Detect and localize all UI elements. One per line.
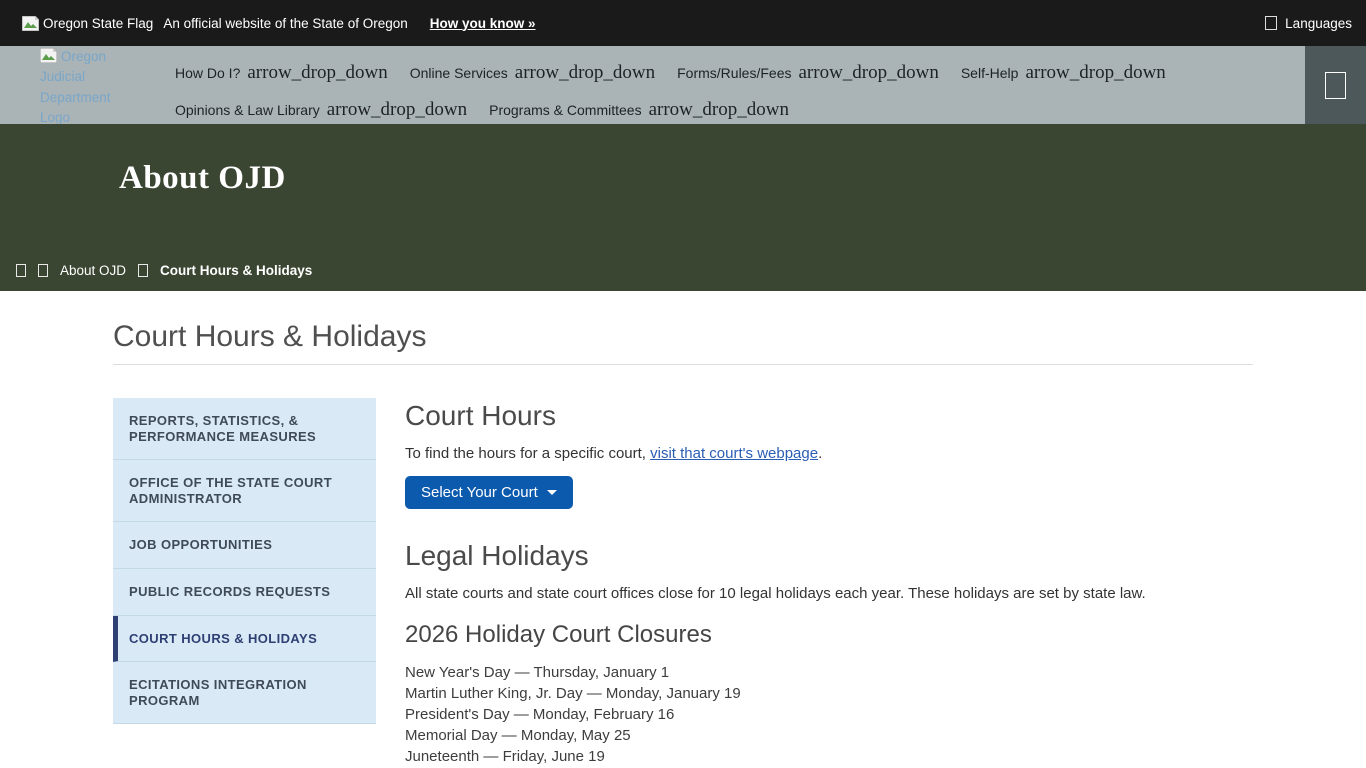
nav-menu: How Do I? arrow_drop_down Online Service… bbox=[164, 46, 1177, 124]
languages-button[interactable]: Languages bbox=[1265, 16, 1352, 31]
intro-suffix: . bbox=[818, 445, 822, 462]
breadcrumb-current-page: Court Hours & Holidays bbox=[160, 263, 312, 278]
breadcrumb: About OJD Court Hours & Holidays bbox=[16, 263, 312, 278]
legal-holidays-text: All state courts and state court offices… bbox=[405, 585, 1253, 602]
search-button[interactable] bbox=[1305, 46, 1366, 124]
breadcrumb-parent-link[interactable]: About OJD bbox=[60, 263, 126, 278]
nav-item-label: Programs & Committees bbox=[489, 92, 641, 118]
arrow-drop-down-icon: arrow_drop_down bbox=[327, 92, 467, 121]
court-hours-intro: To find the hours for a specific court, … bbox=[405, 445, 1253, 462]
nav-item-label: Online Services bbox=[410, 55, 508, 81]
nav-item-forms-rules-fees[interactable]: Forms/Rules/Fees arrow_drop_down bbox=[666, 55, 950, 92]
breadcrumb-home-icon[interactable] bbox=[16, 264, 26, 277]
arrow-drop-down-icon: arrow_drop_down bbox=[515, 55, 655, 84]
nav-item-label: How Do I? bbox=[175, 55, 240, 81]
nav-item-label: Opinions & Law Library bbox=[175, 92, 320, 118]
sidebar-item-court-hours-holidays[interactable]: COURT HOURS & HOLIDAYS bbox=[113, 616, 376, 663]
nav-item-self-help[interactable]: Self-Help arrow_drop_down bbox=[950, 55, 1177, 92]
holiday-list-item: Juneteenth — Friday, June 19 bbox=[405, 746, 1253, 767]
legal-holidays-heading: Legal Holidays bbox=[405, 540, 1253, 572]
languages-icon bbox=[1265, 16, 1277, 30]
intro-prefix: To find the hours for a specific court, bbox=[405, 445, 650, 462]
nav-menu-row-1: How Do I? arrow_drop_down Online Service… bbox=[164, 55, 1177, 92]
broken-image-icon bbox=[40, 48, 57, 63]
nav-item-how-do-i[interactable]: How Do I? arrow_drop_down bbox=[164, 55, 399, 92]
sidebar-item-osca[interactable]: OFFICE OF THE STATE COURT ADMINISTRATOR bbox=[113, 460, 376, 522]
page-content: Court Hours & Holidays REPORTS, STATISTI… bbox=[0, 291, 1366, 767]
main-column: Court Hours To find the hours for a spec… bbox=[405, 398, 1253, 767]
flag-alt-text: Oregon State Flag bbox=[43, 16, 153, 31]
holiday-list-item: Martin Luther King, Jr. Day — Monday, Ja… bbox=[405, 683, 1253, 704]
sidebar-item-job-opportunities[interactable]: JOB OPPORTUNITIES bbox=[113, 522, 376, 569]
holiday-list-item: President's Day — Monday, February 16 bbox=[405, 704, 1253, 725]
holiday-list-item: New Year's Day — Thursday, January 1 bbox=[405, 662, 1253, 683]
breadcrumb-chevron-icon bbox=[138, 264, 148, 277]
official-state-bar: Oregon State Flag An official website of… bbox=[0, 0, 1366, 46]
holiday-list: New Year's Day — Thursday, January 1 Mar… bbox=[405, 662, 1253, 767]
ojd-logo-link[interactable]: Oregon Judicial Department Logo bbox=[40, 47, 132, 124]
arrow-drop-down-icon: arrow_drop_down bbox=[649, 92, 789, 121]
breadcrumb-chevron-icon bbox=[38, 264, 48, 277]
holiday-closures-heading: 2026 Holiday Court Closures bbox=[405, 621, 1253, 649]
page-title: Court Hours & Holidays bbox=[113, 320, 1253, 354]
nav-item-online-services[interactable]: Online Services arrow_drop_down bbox=[399, 55, 666, 92]
holiday-list-item: Memorial Day — Monday, May 25 bbox=[405, 725, 1253, 746]
nav-item-label: Forms/Rules/Fees bbox=[677, 55, 791, 81]
main-navbar: Oregon Judicial Department Logo How Do I… bbox=[0, 46, 1366, 124]
official-website-text: An official website of the State of Oreg… bbox=[163, 16, 407, 31]
select-your-court-button[interactable]: Select Your Court bbox=[405, 476, 573, 509]
broken-image-icon bbox=[22, 16, 39, 31]
sidebar-item-ecitations[interactable]: ECITATIONS INTEGRATION PROGRAM bbox=[113, 662, 376, 724]
sidebar-item-public-records[interactable]: PUBLIC RECORDS REQUESTS bbox=[113, 569, 376, 616]
title-divider bbox=[113, 364, 1253, 365]
court-hours-heading: Court Hours bbox=[405, 400, 1253, 432]
sidebar-item-reports-statistics[interactable]: REPORTS, STATISTICS, & PERFORMANCE MEASU… bbox=[113, 398, 376, 460]
section-sidebar: REPORTS, STATISTICS, & PERFORMANCE MEASU… bbox=[113, 398, 376, 724]
state-flag-broken-image: Oregon State Flag bbox=[22, 16, 153, 31]
hero-title: About OJD bbox=[119, 160, 286, 197]
arrow-drop-down-icon: arrow_drop_down bbox=[798, 55, 938, 84]
languages-label: Languages bbox=[1285, 16, 1352, 31]
arrow-drop-down-icon: arrow_drop_down bbox=[1025, 55, 1165, 84]
hero-banner: About OJD About OJD Court Hours & Holida… bbox=[0, 124, 1366, 291]
select-your-court-label: Select Your Court bbox=[421, 484, 538, 501]
arrow-drop-down-icon: arrow_drop_down bbox=[247, 55, 387, 84]
search-icon bbox=[1325, 72, 1346, 99]
how-you-know-link[interactable]: How you know » bbox=[430, 16, 536, 31]
nav-item-label: Self-Help bbox=[961, 55, 1019, 81]
caret-down-icon bbox=[547, 490, 557, 495]
court-webpage-link[interactable]: visit that court's webpage bbox=[650, 445, 818, 462]
